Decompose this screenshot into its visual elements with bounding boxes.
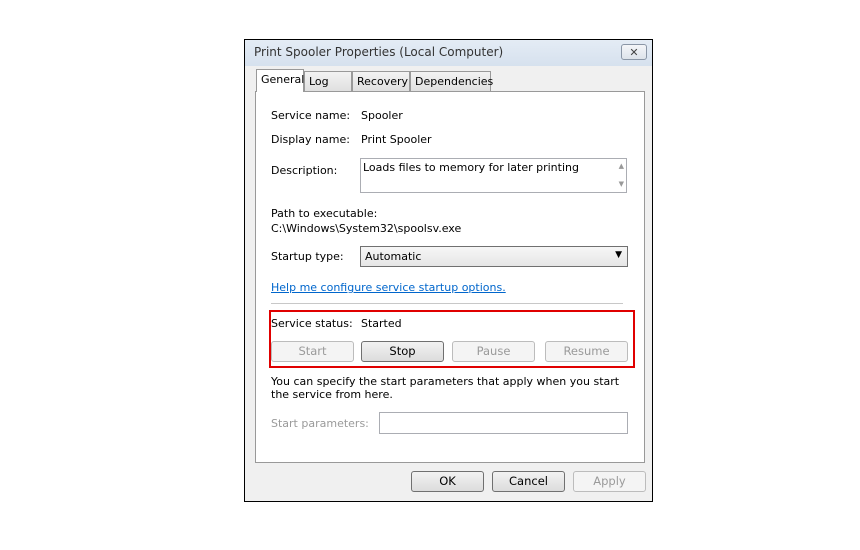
- display-name-value: Print Spooler: [361, 133, 432, 146]
- start-params-input[interactable]: [379, 412, 628, 434]
- path-value: C:\Windows\System32\spoolsv.exe: [271, 222, 462, 235]
- service-name-value: Spooler: [361, 109, 403, 122]
- description-label: Description:: [271, 164, 338, 177]
- tab-dependencies[interactable]: Dependencies: [410, 71, 493, 91]
- startup-type-select[interactable]: Automatic ▼: [360, 246, 628, 267]
- display-name-label: Display name:: [271, 133, 350, 146]
- tab-log-on[interactable]: Log On: [304, 71, 352, 108]
- service-status-value: Started: [361, 317, 402, 330]
- tab-general[interactable]: General: [256, 69, 304, 92]
- stop-button[interactable]: Stop: [361, 341, 444, 362]
- chevron-down-icon: ▼: [615, 250, 622, 260]
- close-icon[interactable]: ✕: [621, 44, 647, 60]
- description-textbox[interactable]: Loads files to memory for later printing…: [360, 158, 627, 193]
- apply-button[interactable]: Apply: [573, 471, 646, 492]
- service-name-label: Service name:: [271, 109, 351, 122]
- tab-recovery[interactable]: Recovery: [352, 71, 410, 91]
- window-title: Print Spooler Properties (Local Computer…: [254, 45, 504, 59]
- service-status-label: Service status:: [271, 317, 353, 330]
- pause-button[interactable]: Pause: [452, 341, 535, 362]
- help-link[interactable]: Help me configure service startup option…: [271, 281, 506, 294]
- path-label: Path to executable:: [271, 207, 378, 220]
- start-button[interactable]: Start: [271, 341, 354, 362]
- startup-type-value: Automatic: [365, 250, 422, 263]
- general-panel: Service name: Spooler Display name: Prin…: [255, 91, 645, 463]
- divider: [271, 303, 623, 304]
- start-params-label: Start parameters:: [271, 417, 369, 430]
- cancel-button[interactable]: Cancel: [492, 471, 565, 492]
- start-params-info: You can specify the start parameters tha…: [271, 375, 620, 401]
- scroll-down-icon[interactable]: ▼: [619, 180, 624, 188]
- scroll-up-icon[interactable]: ▲: [619, 162, 624, 170]
- resume-button[interactable]: Resume: [545, 341, 628, 362]
- startup-type-label: Startup type:: [271, 250, 344, 263]
- title-bar[interactable]: Print Spooler Properties (Local Computer…: [245, 40, 652, 66]
- description-text: Loads files to memory for later printing: [363, 161, 579, 174]
- ok-button[interactable]: OK: [411, 471, 484, 492]
- properties-dialog: Print Spooler Properties (Local Computer…: [244, 39, 653, 502]
